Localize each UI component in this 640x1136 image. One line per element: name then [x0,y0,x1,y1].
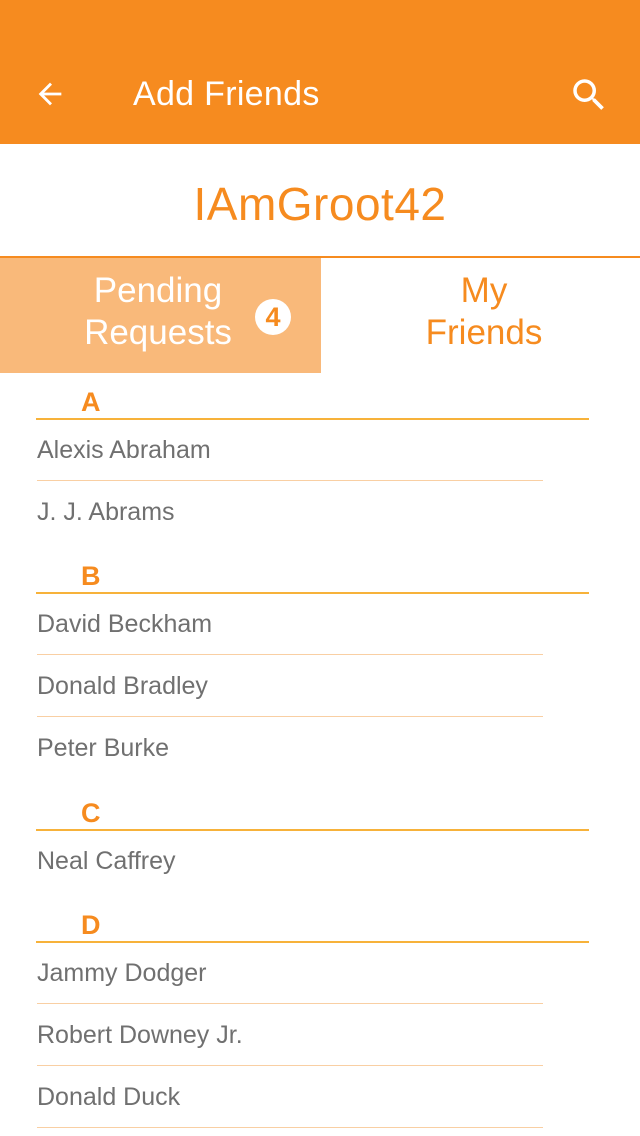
contact-row[interactable]: Donald Duck [37,1067,543,1128]
contact-name: Jammy Dodger [37,959,207,987]
username: IAmGroot42 [193,178,447,230]
profile-header: IAmGroot42 [0,144,640,258]
contact-row[interactable]: Alexis Abraham [37,420,543,481]
section-letter: C [81,798,101,828]
search-button[interactable] [566,72,612,118]
tab-my-friends-label: My Friends [425,271,543,352]
section-header-b: B [36,561,589,594]
contact-name: Donald Duck [37,1083,181,1111]
contact-row[interactable]: Peter Burke [37,718,543,778]
tab-my-friends[interactable]: My Friends [321,258,640,373]
contact-name: David Beckham [37,610,213,638]
page-title: Add Friends [133,75,320,113]
contact-name: J. J. Abrams [37,498,175,526]
contact-row[interactable]: J. J. Abrams [37,482,543,542]
section-header-a: A [36,387,589,420]
section-letter: A [81,387,101,417]
contact-row[interactable]: Jammy Dodger [37,943,543,1004]
tab-pending-requests[interactable]: Pending Requests 4 [0,258,321,373]
contact-row[interactable]: Neal Caffrey [37,831,543,891]
tab-pending-requests-label: Pending Requests [84,271,232,352]
section-header-c: C [36,798,589,831]
contact-row[interactable]: David Beckham [37,594,543,655]
app-bar: Add Friends [0,0,640,144]
contact-name: Peter Burke [37,734,170,762]
section-header-d: D [36,910,589,943]
add-friends-screen: Add Friends IAmGroot42 Pending Requests … [0,0,640,1136]
back-button[interactable] [28,72,72,116]
contact-name: Robert Downey Jr. [37,1021,243,1049]
section-letter: B [81,561,101,591]
tab-bar: Pending Requests 4 My Friends [0,258,640,373]
arrow-left-icon [38,82,62,106]
section-letter: D [81,910,101,940]
contact-row[interactable]: Robert Downey Jr. [37,1005,543,1066]
contact-name: Donald Bradley [37,672,208,700]
contact-row[interactable]: Donald Bradley [37,656,543,717]
search-icon [573,79,604,110]
pending-count-badge: 4 [255,299,291,335]
contact-name: Neal Caffrey [37,847,176,875]
contact-name: Alexis Abraham [37,436,211,464]
